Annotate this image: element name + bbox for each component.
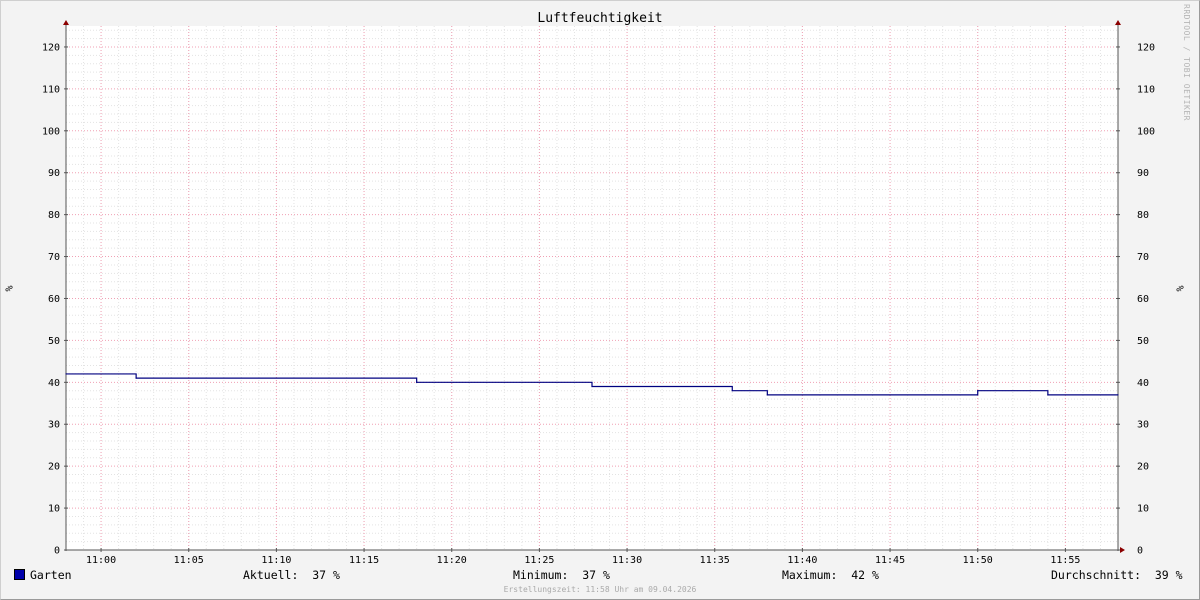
- y-tick-label-right: 40: [1137, 378, 1149, 389]
- chart-panel: Luftfeuchtigkeit % % RRDTOOL / TOBI OETI…: [0, 0, 1200, 600]
- y-tick-label-right: 100: [1137, 126, 1155, 137]
- x-tick-label: 11:50: [963, 555, 993, 566]
- x-tick-label: 11:15: [349, 555, 379, 566]
- series-point-garten: [135, 377, 137, 379]
- legend-swatch-garten: [14, 569, 25, 580]
- y-tick-label-right: 80: [1137, 210, 1149, 221]
- series-point-garten: [591, 385, 593, 388]
- series-point-garten: [1047, 394, 1049, 396]
- y-tick-label-left: 50: [48, 336, 60, 347]
- x-tick-label: 11:55: [1050, 555, 1080, 566]
- legend: Garten Aktuell: 37 % Minimum: 37 % Maxim…: [0, 568, 1200, 584]
- y-tick-label-left: 110: [42, 84, 60, 95]
- series-point-garten: [977, 390, 979, 392]
- series-point-garten: [65, 373, 67, 375]
- y-tick-label-left: 10: [48, 504, 60, 515]
- series-point-garten: [731, 390, 733, 392]
- stat-minimum: Minimum: 37 %: [513, 568, 610, 582]
- x-tick-label: 11:20: [437, 555, 467, 566]
- y-tick-label-right: 120: [1137, 42, 1155, 53]
- x-tick-label: 11:30: [612, 555, 642, 566]
- y-tick-label-left: 30: [48, 420, 60, 431]
- series-point-garten: [416, 381, 418, 383]
- y-tick-label-right: 60: [1137, 294, 1149, 305]
- chart-canvas: 0 0 10 10 20 20 30 30 40 40 50 50 60 60 70 70 80 80 90 90 10…: [42, 20, 1155, 566]
- y-axis-arrow-right: [1115, 20, 1121, 25]
- y-tick-label-left: 80: [48, 210, 60, 221]
- y-tick-label-left: 120: [42, 42, 60, 53]
- stat-maximum: Maximum: 42 %: [782, 568, 879, 582]
- y-tick-label-left: 20: [48, 462, 60, 473]
- y-tick-label-left: 90: [48, 168, 60, 179]
- stat-average: Durchschnitt: 39 %: [1051, 568, 1183, 582]
- stat-current: Aktuell: 37 %: [243, 568, 340, 582]
- x-tick-label: 11:10: [261, 555, 291, 566]
- x-tick-label: 11:25: [524, 555, 554, 566]
- y-tick-label-right: 10: [1137, 504, 1149, 515]
- x-tick-label: 11:00: [86, 555, 116, 566]
- creation-time-footer: Erstellungszeit: 11:58 Uhr am 09.04.2026: [503, 585, 697, 594]
- y-tick-label-left: 60: [48, 294, 60, 305]
- x-tick-label: 11:40: [787, 555, 817, 566]
- y-tick-label-left: 0: [54, 546, 60, 557]
- x-axis-arrow: [1120, 547, 1125, 553]
- y-tick-label-right: 110: [1137, 84, 1155, 95]
- series-point-garten: [766, 394, 768, 396]
- y-tick-label-left: 70: [48, 252, 60, 263]
- x-tick-label: 11:05: [174, 555, 204, 566]
- y-tick-label-right: 30: [1137, 420, 1149, 431]
- legend-series-name: Garten: [30, 568, 72, 582]
- x-tick-label: 11:35: [700, 555, 730, 566]
- x-tick-label: 11:45: [875, 555, 905, 566]
- y-axis-arrow-left: [63, 20, 69, 25]
- y-tick-label-right: 50: [1137, 336, 1149, 347]
- y-tick-label-right: 20: [1137, 462, 1149, 473]
- y-tick-label-right: 0: [1137, 546, 1143, 557]
- series-point-garten: [1117, 394, 1119, 396]
- y-tick-label-right: 70: [1137, 252, 1149, 263]
- y-tick-label-left: 40: [48, 378, 60, 389]
- y-tick-label-left: 100: [42, 126, 60, 137]
- y-tick-label-right: 90: [1137, 168, 1149, 179]
